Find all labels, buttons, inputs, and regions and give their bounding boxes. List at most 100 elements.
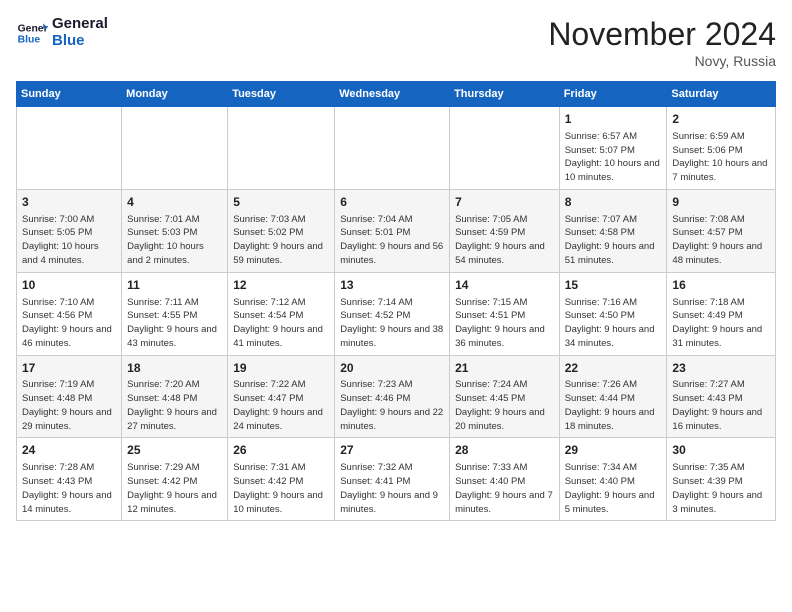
calendar-cell: [122, 107, 228, 190]
calendar-cell: [17, 107, 122, 190]
calendar-week-3: 10Sunrise: 7:10 AM Sunset: 4:56 PM Dayli…: [17, 272, 776, 355]
calendar-week-4: 17Sunrise: 7:19 AM Sunset: 4:48 PM Dayli…: [17, 355, 776, 438]
day-content: Sunrise: 7:34 AM Sunset: 4:40 PM Dayligh…: [565, 461, 662, 516]
day-number: 3: [22, 194, 116, 211]
day-number: 6: [340, 194, 444, 211]
day-number: 27: [340, 442, 444, 459]
logo: General Blue General Blue: [16, 16, 108, 49]
calendar-header-row: SundayMondayTuesdayWednesdayThursdayFrid…: [17, 82, 776, 107]
calendar-cell: 14 Sunrise: 7:15 AM Sunset: 4:51 PM Dayli…: [450, 272, 560, 355]
logo-line2: Blue: [52, 33, 108, 50]
calendar-cell: 12 Sunrise: 7:12 AM Sunset: 4:54 PM Dayli…: [228, 272, 335, 355]
calendar-cell: 6 Sunrise: 7:04 AM Sunset: 5:01 PM Daylig…: [335, 189, 450, 272]
day-number: 12: [233, 277, 329, 294]
day-number: 20: [340, 360, 444, 377]
calendar-cell: 15 Sunrise: 7:16 AM Sunset: 4:50 PM Dayli…: [559, 272, 667, 355]
header-friday: Friday: [559, 82, 667, 107]
calendar-cell: 17Sunrise: 7:19 AM Sunset: 4:48 PM Dayli…: [17, 355, 122, 438]
calendar-week-5: 24 Sunrise: 7:28 AM Sunset: 4:43 PM Dayli…: [17, 438, 776, 521]
header-saturday: Saturday: [667, 82, 776, 107]
day-number: 29: [565, 442, 662, 459]
day-number: 4: [127, 194, 222, 211]
day-number: 22: [565, 360, 662, 377]
day-content: Sunrise: 7:31 AM Sunset: 4:42 PM Dayligh…: [233, 461, 329, 516]
calendar-week-1: 1Sunrise: 6:57 AM Sunset: 5:07 PM Daylig…: [17, 107, 776, 190]
day-number: 18: [127, 360, 222, 377]
calendar-cell: [450, 107, 560, 190]
day-number: 2: [672, 111, 770, 128]
calendar-cell: 19Sunrise: 7:22 AM Sunset: 4:47 PM Dayli…: [228, 355, 335, 438]
calendar-cell: 22Sunrise: 7:26 AM Sunset: 4:44 PM Dayli…: [559, 355, 667, 438]
day-content: Sunrise: 7:15 AM Sunset: 4:51 PM Dayligh…: [455, 296, 554, 351]
day-content: Sunrise: 7:12 AM Sunset: 4:54 PM Dayligh…: [233, 296, 329, 351]
calendar-cell: 7Sunrise: 7:05 AM Sunset: 4:59 PM Daylig…: [450, 189, 560, 272]
day-content: Sunrise: 7:22 AM Sunset: 4:47 PM Dayligh…: [233, 378, 329, 433]
day-content: Sunrise: 6:59 AM Sunset: 5:06 PM Dayligh…: [672, 130, 770, 185]
day-content: Sunrise: 7:05 AM Sunset: 4:59 PM Dayligh…: [455, 213, 554, 268]
day-content: Sunrise: 7:11 AM Sunset: 4:55 PM Dayligh…: [127, 296, 222, 351]
day-content: Sunrise: 7:10 AM Sunset: 4:56 PM Dayligh…: [22, 296, 116, 351]
day-number: 15: [565, 277, 662, 294]
calendar-cell: 30Sunrise: 7:35 AM Sunset: 4:39 PM Dayli…: [667, 438, 776, 521]
calendar-cell: 3Sunrise: 7:00 AM Sunset: 5:05 PM Daylig…: [17, 189, 122, 272]
calendar-cell: 21Sunrise: 7:24 AM Sunset: 4:45 PM Dayli…: [450, 355, 560, 438]
calendar-cell: 29 Sunrise: 7:34 AM Sunset: 4:40 PM Dayli…: [559, 438, 667, 521]
day-content: Sunrise: 7:01 AM Sunset: 5:03 PM Dayligh…: [127, 213, 222, 268]
header-tuesday: Tuesday: [228, 82, 335, 107]
day-content: Sunrise: 7:04 AM Sunset: 5:01 PM Dayligh…: [340, 213, 444, 268]
day-number: 16: [672, 277, 770, 294]
calendar-cell: 1Sunrise: 6:57 AM Sunset: 5:07 PM Daylig…: [559, 107, 667, 190]
day-content: Sunrise: 7:08 AM Sunset: 4:57 PM Dayligh…: [672, 213, 770, 268]
day-content: Sunrise: 7:23 AM Sunset: 4:46 PM Dayligh…: [340, 378, 444, 433]
day-content: Sunrise: 7:33 AM Sunset: 4:40 PM Dayligh…: [455, 461, 554, 516]
calendar-cell: 28 Sunrise: 7:33 AM Sunset: 4:40 PM Dayli…: [450, 438, 560, 521]
day-content: Sunrise: 7:16 AM Sunset: 4:50 PM Dayligh…: [565, 296, 662, 351]
day-number: 28: [455, 442, 554, 459]
calendar-cell: 8Sunrise: 7:07 AM Sunset: 4:58 PM Daylig…: [559, 189, 667, 272]
calendar-table: SundayMondayTuesdayWednesdayThursdayFrid…: [16, 81, 776, 521]
day-content: Sunrise: 7:19 AM Sunset: 4:48 PM Dayligh…: [22, 378, 116, 433]
calendar-cell: 13 Sunrise: 7:14 AM Sunset: 4:52 PM Dayli…: [335, 272, 450, 355]
day-number: 1: [565, 111, 662, 128]
day-content: Sunrise: 7:24 AM Sunset: 4:45 PM Dayligh…: [455, 378, 554, 433]
day-number: 24: [22, 442, 116, 459]
calendar-cell: 9 Sunrise: 7:08 AM Sunset: 4:57 PM Daylig…: [667, 189, 776, 272]
svg-text:Blue: Blue: [18, 34, 41, 45]
calendar-cell: 11 Sunrise: 7:11 AM Sunset: 4:55 PM Dayli…: [122, 272, 228, 355]
calendar-cell: 20Sunrise: 7:23 AM Sunset: 4:46 PM Dayli…: [335, 355, 450, 438]
calendar-week-2: 3Sunrise: 7:00 AM Sunset: 5:05 PM Daylig…: [17, 189, 776, 272]
day-content: Sunrise: 7:28 AM Sunset: 4:43 PM Dayligh…: [22, 461, 116, 516]
day-content: Sunrise: 7:14 AM Sunset: 4:52 PM Dayligh…: [340, 296, 444, 351]
day-number: 8: [565, 194, 662, 211]
day-number: 23: [672, 360, 770, 377]
calendar-cell: 10Sunrise: 7:10 AM Sunset: 4:56 PM Dayli…: [17, 272, 122, 355]
calendar-cell: [335, 107, 450, 190]
logo-line1: General: [52, 16, 108, 33]
day-number: 11: [127, 277, 222, 294]
calendar-cell: 5 Sunrise: 7:03 AM Sunset: 5:02 PM Daylig…: [228, 189, 335, 272]
calendar-cell: 18Sunrise: 7:20 AM Sunset: 4:48 PM Dayli…: [122, 355, 228, 438]
calendar-cell: 23Sunrise: 7:27 AM Sunset: 4:43 PM Dayli…: [667, 355, 776, 438]
day-content: Sunrise: 7:27 AM Sunset: 4:43 PM Dayligh…: [672, 378, 770, 433]
day-number: 26: [233, 442, 329, 459]
day-number: 13: [340, 277, 444, 294]
calendar-cell: 2 Sunrise: 6:59 AM Sunset: 5:06 PM Daylig…: [667, 107, 776, 190]
location: Novy, Russia: [548, 53, 776, 69]
day-number: 17: [22, 360, 116, 377]
day-content: Sunrise: 7:03 AM Sunset: 5:02 PM Dayligh…: [233, 213, 329, 268]
calendar-cell: 4 Sunrise: 7:01 AM Sunset: 5:03 PM Daylig…: [122, 189, 228, 272]
header-thursday: Thursday: [450, 82, 560, 107]
day-number: 14: [455, 277, 554, 294]
day-number: 19: [233, 360, 329, 377]
calendar-cell: 16Sunrise: 7:18 AM Sunset: 4:49 PM Dayli…: [667, 272, 776, 355]
day-number: 9: [672, 194, 770, 211]
calendar-cell: 24 Sunrise: 7:28 AM Sunset: 4:43 PM Dayli…: [17, 438, 122, 521]
day-content: Sunrise: 7:20 AM Sunset: 4:48 PM Dayligh…: [127, 378, 222, 433]
month-title: November 2024: [548, 16, 776, 53]
calendar-cell: 27Sunrise: 7:32 AM Sunset: 4:41 PM Dayli…: [335, 438, 450, 521]
day-number: 5: [233, 194, 329, 211]
calendar-cell: 26 Sunrise: 7:31 AM Sunset: 4:42 PM Dayli…: [228, 438, 335, 521]
header-wednesday: Wednesday: [335, 82, 450, 107]
header-monday: Monday: [122, 82, 228, 107]
calendar-cell: [228, 107, 335, 190]
